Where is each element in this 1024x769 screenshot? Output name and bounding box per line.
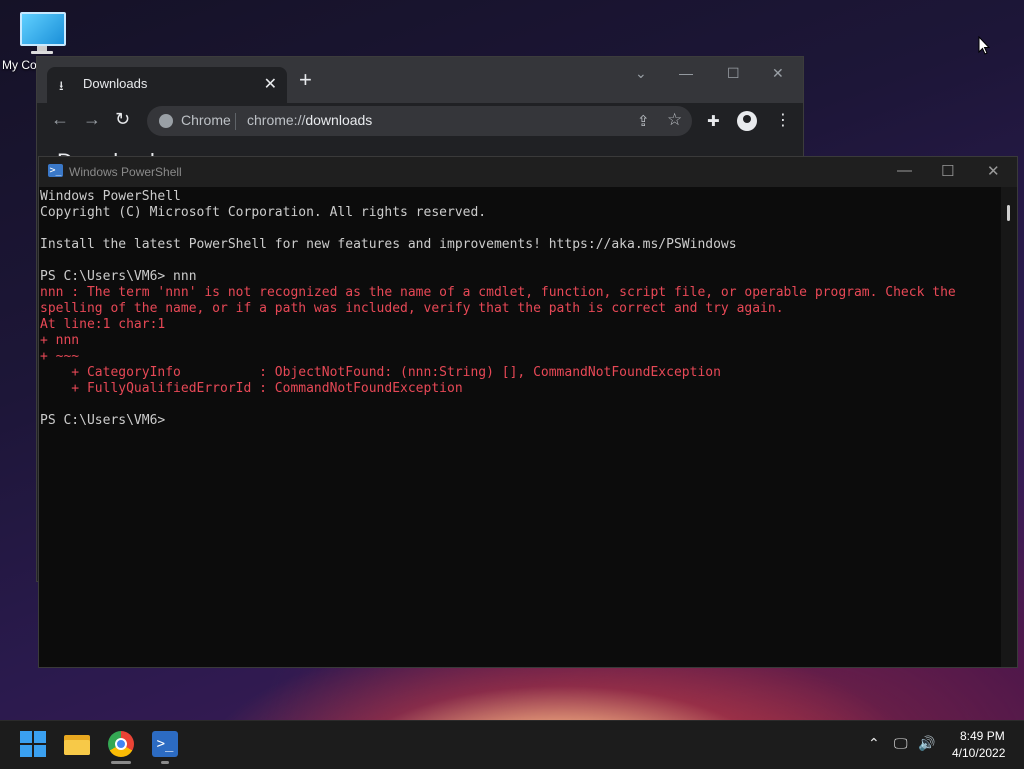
new-tab-button[interactable]: + <box>299 69 312 91</box>
terminal-line: At line:1 char:1 <box>40 317 166 332</box>
terminal-line: PS C:\Users\VM6> <box>40 413 166 428</box>
minimize-icon[interactable]: — <box>897 162 912 179</box>
chrome-toolbar: ← → ↻ Chrome chrome://downloads ⇪ ☆ ✚ ⋮ <box>37 103 803 141</box>
desktop-icon-label: My Co <box>2 58 37 72</box>
tab-label: Downloads <box>83 76 148 91</box>
bookmark-star-icon[interactable]: ☆ <box>667 110 682 130</box>
terminal-output[interactable]: Windows PowerShell Copyright (C) Microsof… <box>39 187 1001 667</box>
file-explorer-icon[interactable] <box>64 731 90 757</box>
terminal-line: + FullyQualifiedErrorId : CommandNotFoun… <box>40 381 463 396</box>
start-icon[interactable] <box>20 731 46 757</box>
chrome-site-icon <box>159 114 173 128</box>
site-label: Chrome <box>181 112 231 128</box>
terminal-line: Copyright (C) Microsoft Corporation. All… <box>40 205 487 220</box>
tab-search-icon[interactable]: ⌄ <box>635 65 647 82</box>
terminal-line: nnn : The term 'nnn' is not recognized a… <box>40 285 956 300</box>
powershell-icon: >_ <box>48 164 63 177</box>
chevron-up-icon[interactable]: ⌃ <box>868 735 880 752</box>
scrollbar-thumb[interactable] <box>1007 205 1010 221</box>
terminal-line: Windows PowerShell <box>40 189 181 204</box>
monitor-icon <box>20 12 66 46</box>
minimize-icon[interactable]: — <box>679 65 693 81</box>
url-text: chrome://downloads <box>247 112 372 128</box>
maximize-icon[interactable]: ☐ <box>941 162 954 180</box>
url-host: downloads <box>305 112 373 128</box>
mouse-cursor-icon <box>978 36 990 55</box>
powershell-window: >_ Windows PowerShell — ☐ ✕ Windows Powe… <box>38 156 1018 668</box>
maximize-icon[interactable]: ☐ <box>727 65 740 82</box>
clock-date[interactable]: 4/10/2022 <box>952 746 1005 760</box>
back-icon[interactable]: ← <box>51 109 69 130</box>
forward-icon[interactable]: → <box>83 109 101 130</box>
terminal-line: PS C:\Users\VM6> nnn <box>40 269 197 284</box>
window-title: Windows PowerShell <box>69 165 182 179</box>
tab-close-icon[interactable]: ✕ <box>264 74 277 94</box>
download-icon: ⭳ <box>59 78 64 93</box>
profile-avatar-icon[interactable] <box>737 111 757 131</box>
terminal-line: + nnn <box>40 333 80 348</box>
share-icon[interactable]: ⇪ <box>637 112 650 130</box>
powershell-icon[interactable]: >_ <box>152 731 178 757</box>
reload-icon[interactable]: ↻ <box>115 109 130 130</box>
terminal-line: + CategoryInfo : ObjectNotFound: (nnn:St… <box>40 365 721 380</box>
terminal-line: Install the latest PowerShell for new fe… <box>40 237 737 252</box>
running-indicator <box>111 761 131 764</box>
extensions-icon[interactable]: ✚ <box>707 112 720 130</box>
powershell-title-bar[interactable]: >_ Windows PowerShell — ☐ ✕ <box>39 157 1017 187</box>
close-icon[interactable]: ✕ <box>772 65 784 82</box>
scrollbar[interactable] <box>1001 187 1017 667</box>
terminal-line: + ~~~ <box>40 349 80 364</box>
close-icon[interactable]: ✕ <box>987 162 1000 180</box>
tab-downloads[interactable]: ⭳ Downloads ✕ <box>47 67 287 103</box>
chrome-icon[interactable] <box>108 731 134 757</box>
url-scheme: chrome:// <box>247 112 306 128</box>
terminal-line: spelling of the name, or if a path was i… <box>40 301 784 316</box>
taskbar: >_ ⌃ 🖵 🔊 8:49 PM 4/10/2022 <box>0 720 1024 769</box>
chrome-tab-bar: ⭳ Downloads ✕ + ⌄ — ☐ ✕ <box>37 57 803 103</box>
volume-icon[interactable]: 🔊 <box>918 735 935 752</box>
clock-time[interactable]: 8:49 PM <box>960 729 1005 743</box>
address-bar[interactable]: Chrome chrome://downloads ⇪ ☆ <box>147 106 692 136</box>
network-icon[interactable]: 🖵 <box>894 735 908 752</box>
running-indicator <box>161 761 169 764</box>
menu-icon[interactable]: ⋮ <box>775 110 791 130</box>
